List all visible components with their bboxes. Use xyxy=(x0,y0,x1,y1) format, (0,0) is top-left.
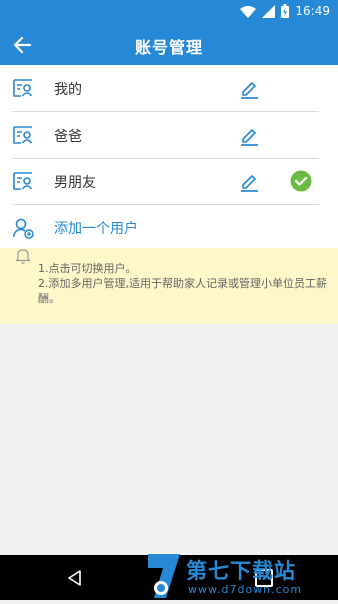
watermark-logo-icon xyxy=(144,552,184,604)
nav-back-icon[interactable] xyxy=(67,570,83,590)
edit-pencil-icon[interactable] xyxy=(238,124,260,146)
status-bar: 16:49 xyxy=(0,0,338,24)
add-user-button[interactable]: 添加一个用户 xyxy=(0,204,338,250)
notice-line: 1.点击可切换用户。 xyxy=(38,262,137,275)
user-card-icon xyxy=(12,171,34,191)
battery-icon xyxy=(281,4,290,18)
notice-text: 1.点击可切换用户。 2.添加多用户管理,适用于帮助家人记录或管理小单位员工薪酬… xyxy=(38,261,333,306)
account-row-active[interactable]: 男朋友 xyxy=(0,158,338,204)
account-list: 我的 爸爸 男朋友 添加一个用户 xyxy=(0,65,338,248)
selected-check-icon xyxy=(290,170,312,192)
signal-icon xyxy=(262,4,276,18)
page-title: 账号管理 xyxy=(134,38,203,57)
add-user-label: 添加一个用户 xyxy=(54,221,138,237)
user-card-icon xyxy=(12,78,34,98)
add-user-icon xyxy=(12,217,34,239)
account-name: 男朋友 xyxy=(54,175,96,191)
account-name: 我的 xyxy=(54,82,82,98)
watermark-url: www.d7down.com xyxy=(188,583,303,596)
account-row[interactable]: 我的 xyxy=(0,65,338,111)
watermark: 第七下载站 www.d7down.com xyxy=(144,552,338,600)
notice-line: 2.添加多用户管理,适用于帮助家人记录或管理小单位员工薪酬。 xyxy=(38,277,327,305)
status-time: 16:49 xyxy=(295,4,330,18)
account-row[interactable]: 爸爸 xyxy=(0,112,338,158)
watermark-title: 第七下载站 xyxy=(186,559,296,583)
account-name: 爸爸 xyxy=(54,129,82,145)
app-bar: 账号管理 xyxy=(0,24,338,65)
tip-notice: 1.点击可切换用户。 2.添加多用户管理,适用于帮助家人记录或管理小单位员工薪酬… xyxy=(0,248,338,324)
wifi-icon xyxy=(240,5,257,18)
edit-pencil-icon[interactable] xyxy=(238,170,260,192)
edit-pencil-icon[interactable] xyxy=(238,77,260,99)
user-card-icon xyxy=(12,125,34,145)
